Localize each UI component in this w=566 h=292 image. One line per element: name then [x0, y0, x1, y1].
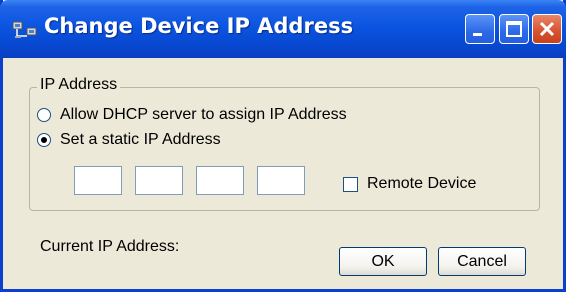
dhcp-radio-option[interactable]: Allow DHCP server to assign IP Address [37, 106, 347, 124]
ip-octet-4-input[interactable] [257, 166, 305, 195]
title-bar[interactable]: Change Device IP Address [0, 0, 566, 58]
ip-octet-1-input[interactable] [74, 166, 122, 195]
ip-octet-2-input[interactable] [135, 166, 183, 195]
dhcp-radio-label: Allow DHCP server to assign IP Address [60, 106, 347, 123]
minimize-icon [473, 33, 482, 36]
static-ip-radio-label: Set a static IP Address [60, 131, 221, 148]
network-computers-icon [12, 21, 37, 38]
ip-address-group-label: IP Address [37, 76, 121, 94]
ip-octet-3-input[interactable] [196, 166, 244, 195]
change-ip-dialog: Change Device IP Address IP Address Allo… [0, 0, 566, 292]
remote-device-option[interactable]: Remote Device [343, 175, 476, 193]
dialog-title: Change Device IP Address [44, 14, 354, 38]
ok-button[interactable]: OK [339, 247, 427, 276]
cancel-button[interactable]: Cancel [438, 247, 526, 276]
minimize-button[interactable] [465, 14, 495, 44]
remote-device-label: Remote Device [367, 175, 477, 192]
maximize-button[interactable] [499, 14, 529, 44]
close-icon [539, 21, 555, 37]
close-button[interactable] [532, 14, 562, 44]
remote-device-checkbox[interactable] [343, 176, 358, 192]
maximize-icon [506, 21, 522, 37]
static-ip-radio-option[interactable]: Set a static IP Address [37, 131, 221, 149]
dhcp-radio[interactable] [37, 108, 51, 122]
static-ip-radio[interactable] [37, 133, 51, 147]
current-ip-label: Current IP Address: [40, 238, 180, 255]
